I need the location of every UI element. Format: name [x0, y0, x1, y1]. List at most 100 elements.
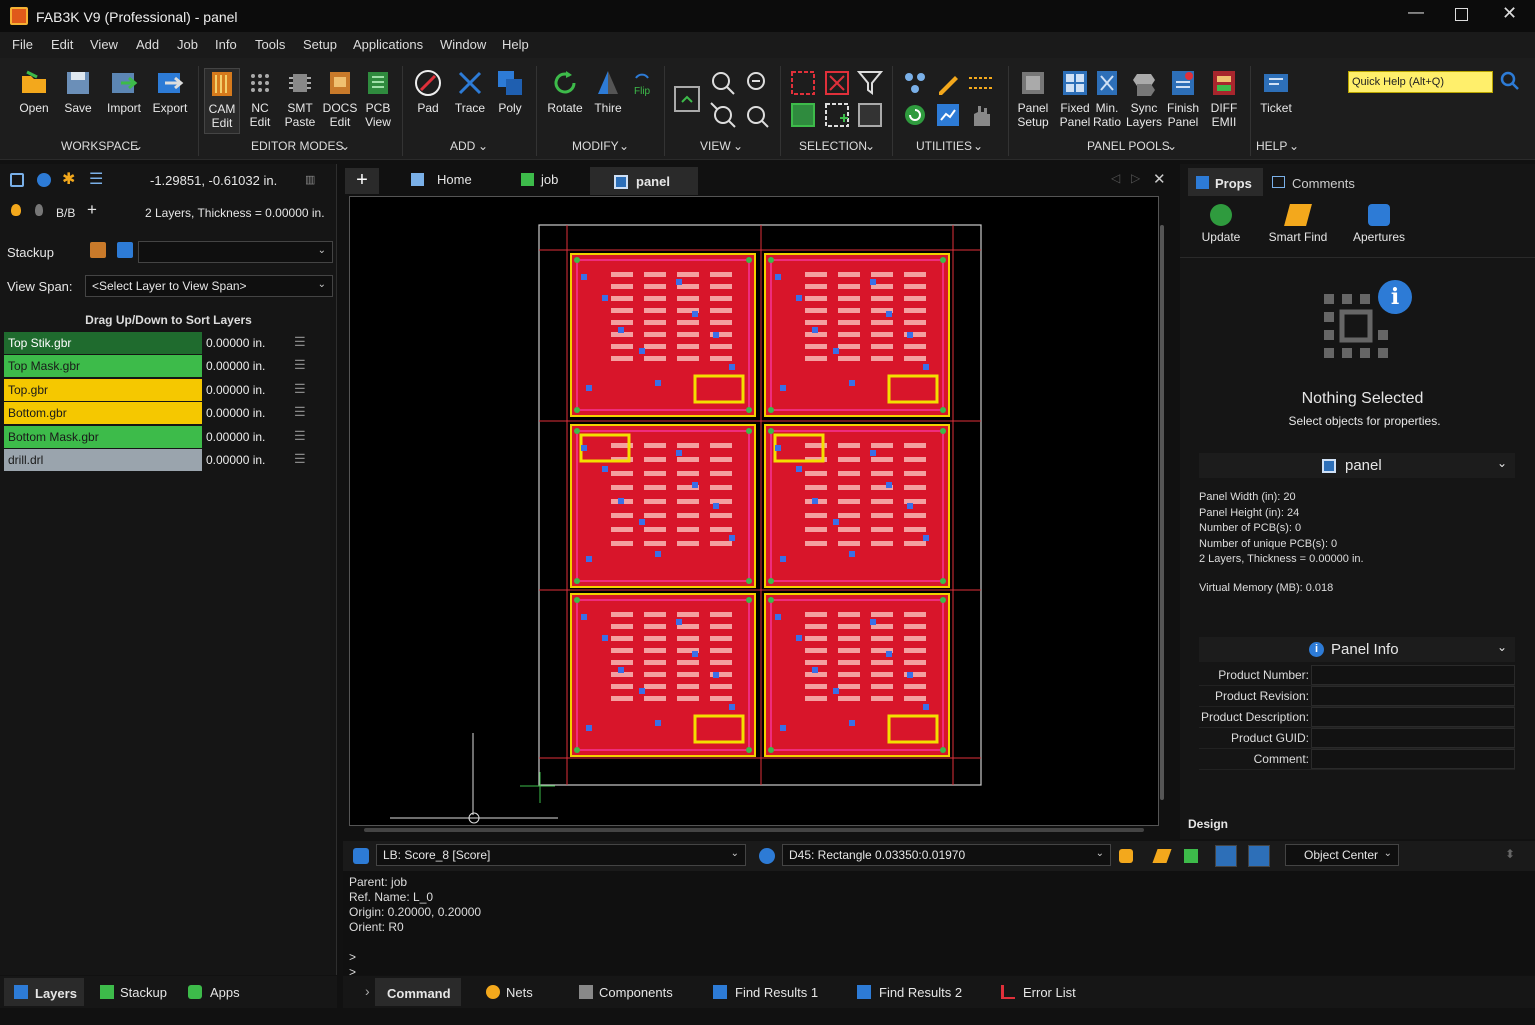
menu-help[interactable]: Help: [502, 37, 529, 52]
refresh-icon[interactable]: [900, 100, 928, 133]
stackup-save-icon[interactable]: [117, 242, 133, 258]
lock-icon[interactable]: [10, 173, 24, 187]
zoom-window-icon[interactable]: [741, 100, 769, 133]
drag-handle-icon[interactable]: ☰: [294, 451, 306, 467]
chart-icon[interactable]: [933, 100, 961, 133]
view-span-select[interactable]: <Select Layer to View Span> ⌄: [85, 275, 333, 297]
drag-handle-icon[interactable]: ☰: [294, 404, 306, 420]
tab-find-results-2[interactable]: Find Results 2: [879, 985, 962, 1000]
tab-error-list[interactable]: Error List: [1023, 985, 1076, 1000]
docs-edit-button[interactable]: DOCS Edit: [321, 68, 359, 129]
tab-find-results-1[interactable]: Find Results 1: [735, 985, 818, 1000]
pcb-view-button[interactable]: PCB View: [361, 68, 395, 129]
view-toolbox-button[interactable]: [672, 84, 702, 117]
export-button[interactable]: Export: [150, 68, 190, 115]
diff-button[interactable]: DIFF EMII: [1205, 68, 1243, 129]
new-tab-button[interactable]: +: [345, 168, 379, 194]
group-panel-pools[interactable]: PANEL POOLS: [1087, 139, 1170, 153]
ticket-button[interactable]: Ticket: [1255, 68, 1297, 115]
snap-mode-select[interactable]: Object Center ⌄: [1285, 844, 1399, 866]
drag-handle-icon[interactable]: ☰: [294, 357, 306, 373]
group-workspace[interactable]: WORKSPACE: [61, 139, 138, 153]
import-button[interactable]: Import: [104, 68, 144, 115]
flip-button[interactable]: Flip: [628, 68, 658, 101]
menu-file[interactable]: File: [12, 37, 33, 52]
tab-comments[interactable]: Comments: [1292, 176, 1355, 191]
smt-paste-button[interactable]: SMT Paste: [282, 68, 318, 129]
tab-scroll-right-icon[interactable]: ▷: [1131, 171, 1140, 185]
group-utilities[interactable]: UTILITIES: [916, 139, 972, 153]
pencil-icon[interactable]: [933, 68, 961, 101]
menu-tools[interactable]: Tools: [255, 37, 285, 52]
open-button[interactable]: Open: [14, 68, 54, 115]
view-side[interactable]: B/B: [56, 206, 75, 220]
pad-button[interactable]: Pad: [410, 68, 446, 115]
marker-icon[interactable]: [35, 204, 43, 216]
pin-icon[interactable]: [37, 173, 51, 187]
select-add-icon[interactable]: [822, 100, 852, 133]
add-icon[interactable]: +: [87, 200, 97, 220]
save-button[interactable]: Save: [60, 68, 96, 115]
close-tab-icon[interactable]: ✕: [1153, 170, 1166, 188]
group-editor-modes[interactable]: EDITOR MODES: [251, 139, 343, 153]
tab-apps[interactable]: Apps: [210, 985, 240, 1000]
panel-setup-button[interactable]: Panel Setup: [1013, 68, 1053, 129]
bulb-icon[interactable]: [11, 204, 21, 216]
tab-nets[interactable]: Nets: [506, 985, 533, 1000]
panel-section-header[interactable]: panel ⌄: [1199, 453, 1515, 478]
tab-props[interactable]: Props: [1188, 168, 1263, 196]
product-number-field[interactable]: [1311, 665, 1515, 685]
layer-view-icon[interactable]: [1215, 845, 1237, 867]
product-description-field[interactable]: [1311, 707, 1515, 727]
layer-name[interactable]: Top Stik.gbr: [4, 332, 202, 354]
expand-chevron-icon[interactable]: ›: [365, 983, 370, 999]
menu-add[interactable]: Add: [136, 37, 159, 52]
layer-name[interactable]: Top Mask.gbr: [4, 355, 202, 378]
update-button[interactable]: Update: [1194, 204, 1248, 244]
drag-handle-icon[interactable]: ☰: [294, 381, 306, 397]
measure-icon[interactable]: [966, 68, 994, 101]
maximize-button[interactable]: [1455, 8, 1468, 21]
finish-panel-button[interactable]: Finish Panel: [1164, 68, 1202, 129]
hand-icon[interactable]: [966, 100, 994, 133]
histogram-icon[interactable]: [1248, 845, 1270, 867]
tab-components[interactable]: Components: [599, 985, 673, 1000]
menu-view[interactable]: View: [90, 37, 118, 52]
tab-home[interactable]: Home: [411, 172, 472, 187]
minimize-button[interactable]: —: [1408, 4, 1424, 22]
tab-stackup[interactable]: Stackup: [120, 985, 167, 1000]
poly-button[interactable]: Poly: [492, 68, 528, 115]
layer-row[interactable]: Top Stik.gbr 0.00000 in. ☰: [4, 332, 334, 354]
cam-edit-button[interactable]: CAM Edit: [204, 68, 240, 134]
expand-icon[interactable]: ⬍: [1505, 847, 1515, 861]
menu-job[interactable]: Job: [177, 37, 198, 52]
select-box-icon[interactable]: [788, 68, 818, 101]
layer-name[interactable]: drill.drl: [4, 449, 202, 471]
rotate-button[interactable]: Rotate: [543, 68, 587, 115]
tab-command[interactable]: Command: [375, 978, 461, 1006]
search-icon[interactable]: [1500, 71, 1520, 91]
tab-panel[interactable]: panel: [590, 167, 698, 195]
menu-edit[interactable]: Edit: [51, 37, 73, 52]
comment-field[interactable]: [1311, 749, 1515, 769]
tab-scroll-left-icon[interactable]: ◁: [1111, 171, 1120, 185]
grid-toggle-icon[interactable]: ▥: [305, 173, 315, 186]
menu-window[interactable]: Window: [440, 37, 486, 52]
zoom-out-icon[interactable]: [741, 68, 769, 101]
stackup-select[interactable]: ⌄: [138, 241, 333, 263]
zoom-in-icon[interactable]: [708, 68, 736, 101]
select-invert-icon[interactable]: [855, 100, 885, 133]
group-add[interactable]: ADD: [450, 139, 475, 153]
apertures-button[interactable]: Apertures: [1346, 204, 1412, 244]
group-modify[interactable]: MODIFY: [572, 139, 619, 153]
thire-button[interactable]: Thire: [590, 68, 626, 115]
layer-name[interactable]: Bottom Mask.gbr: [4, 425, 202, 448]
layer-row[interactable]: Bottom Mask.gbr 0.00000 in. ☰: [4, 425, 334, 448]
close-button[interactable]: ✕: [1502, 3, 1517, 24]
aperture-edit-icon[interactable]: [1119, 849, 1133, 863]
dcode-select[interactable]: D45: Rectangle 0.03350:0.01970 ⌄: [782, 844, 1111, 866]
star-icon[interactable]: ✱: [62, 169, 75, 189]
deselect-icon[interactable]: [822, 68, 852, 101]
trace-button[interactable]: Trace: [450, 68, 490, 115]
tab-layers[interactable]: Layers: [4, 978, 84, 1006]
